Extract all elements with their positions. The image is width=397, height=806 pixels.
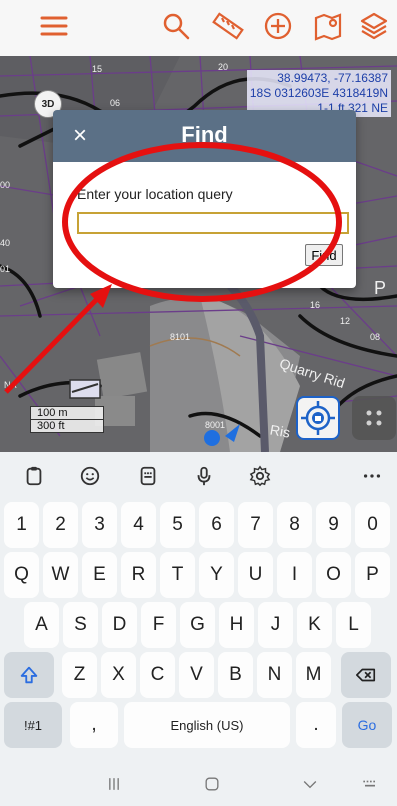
menu-icon[interactable]	[38, 10, 70, 42]
home-icon[interactable]	[192, 772, 232, 796]
map-label-8001: 8001	[205, 420, 225, 430]
microphone-icon[interactable]	[190, 462, 218, 490]
key-o[interactable]: O	[316, 552, 351, 598]
find-dialog-header: × Find	[53, 110, 356, 162]
key-v[interactable]: V	[179, 652, 214, 698]
emoji-icon[interactable]	[76, 462, 104, 490]
crosshair-icon	[301, 401, 335, 435]
add-circle-icon[interactable]	[262, 10, 294, 42]
map-label-01: 01	[0, 264, 10, 274]
key-f[interactable]: F	[141, 602, 176, 648]
search-icon[interactable]	[160, 10, 192, 42]
map-label-20: 20	[218, 62, 228, 72]
key-6[interactable]: 6	[199, 502, 234, 548]
key-h[interactable]: H	[219, 602, 254, 648]
key-m[interactable]: M	[296, 652, 331, 698]
key-s[interactable]: S	[63, 602, 98, 648]
map-label-12: 12	[340, 316, 350, 326]
key-q[interactable]: Q	[4, 552, 39, 598]
key-y[interactable]: Y	[199, 552, 234, 598]
key-u[interactable]: U	[238, 552, 273, 598]
key-7[interactable]: 7	[238, 502, 273, 548]
more-options-button[interactable]	[352, 396, 396, 440]
key-d[interactable]: D	[102, 602, 137, 648]
coords-utm: 18S 0312603E 4318419N	[249, 86, 388, 100]
key-i[interactable]: I	[277, 552, 312, 598]
keyboard-mode-icon[interactable]	[134, 462, 162, 490]
key-3[interactable]: 3	[82, 502, 117, 548]
system-nav-bar	[0, 762, 397, 806]
map-label-06: 06	[110, 98, 120, 108]
comma-key[interactable]: ,	[70, 702, 118, 748]
key-5[interactable]: 5	[160, 502, 195, 548]
map-label-na: NA	[4, 380, 17, 390]
map-label-00: 00	[0, 180, 10, 190]
back-chevron-icon[interactable]	[290, 772, 330, 796]
key-r[interactable]: R	[121, 552, 156, 598]
key-p[interactable]: P	[355, 552, 390, 598]
key-j[interactable]: J	[258, 602, 293, 648]
keyboard-hide-icon[interactable]	[350, 772, 390, 796]
scale-meters: 100 m	[31, 407, 103, 420]
key-t[interactable]: T	[160, 552, 195, 598]
key-l[interactable]: L	[336, 602, 371, 648]
map-marker-icon[interactable]	[312, 10, 344, 42]
key-z[interactable]: Z	[62, 652, 97, 698]
key-0[interactable]: 0	[355, 502, 390, 548]
app-toolbar	[0, 0, 397, 56]
my-location-button[interactable]	[296, 396, 340, 440]
shift-arrow-icon	[20, 666, 38, 684]
dialog-title: Find	[181, 122, 228, 147]
key-4[interactable]: 4	[121, 502, 156, 548]
map-label-16: 16	[310, 300, 320, 310]
coords-latlon: 38.99473, -77.16387	[277, 71, 388, 85]
key-w[interactable]: W	[43, 552, 78, 598]
clipboard-icon[interactable]	[20, 462, 48, 490]
map-label-40: 40	[0, 238, 10, 248]
backspace-key[interactable]	[341, 652, 391, 698]
key-b[interactable]: B	[218, 652, 253, 698]
scale-feet: 300 ft	[37, 420, 65, 432]
dots-grid-icon	[366, 410, 382, 426]
find-dialog: × Find Enter your location query Find	[53, 110, 356, 288]
key-g[interactable]: G	[180, 602, 215, 648]
query-prompt-label: Enter your location query	[77, 186, 233, 202]
scale-bar: 100 m 300 ft	[30, 406, 104, 433]
key-2[interactable]: 2	[43, 502, 78, 548]
key-a[interactable]: A	[24, 602, 59, 648]
key-x[interactable]: X	[101, 652, 136, 698]
key-c[interactable]: C	[140, 652, 175, 698]
soft-keyboard: 1 2 3 4 5 6 7 8 9 0 Q W E R T Y U I O P …	[0, 452, 397, 806]
recents-icon[interactable]	[94, 772, 134, 796]
measure-ruler-icon[interactable]	[212, 10, 244, 42]
key-1[interactable]: 1	[4, 502, 39, 548]
shift-key[interactable]	[4, 652, 54, 698]
map-label-8101: 8101	[170, 332, 190, 342]
layers-icon[interactable]	[358, 10, 390, 42]
more-horizontal-icon[interactable]	[358, 462, 386, 490]
period-key[interactable]: .	[296, 702, 336, 748]
key-e[interactable]: E	[82, 552, 117, 598]
map-label-08: 08	[370, 332, 380, 342]
map-label-p: P	[374, 278, 386, 298]
key-9[interactable]: 9	[316, 502, 351, 548]
go-key[interactable]: Go	[342, 702, 392, 748]
key-8[interactable]: 8	[277, 502, 312, 548]
backspace-icon	[356, 668, 376, 682]
map-label-15: 15	[92, 64, 102, 74]
space-key[interactable]: English (US)	[124, 702, 290, 748]
settings-gear-icon[interactable]	[246, 462, 274, 490]
location-query-input[interactable]	[77, 212, 349, 234]
keyboard-toolbar	[0, 452, 397, 498]
symbols-key[interactable]: !#1	[4, 702, 62, 748]
key-k[interactable]: K	[297, 602, 332, 648]
find-button[interactable]: Find	[305, 244, 343, 266]
key-n[interactable]: N	[257, 652, 292, 698]
